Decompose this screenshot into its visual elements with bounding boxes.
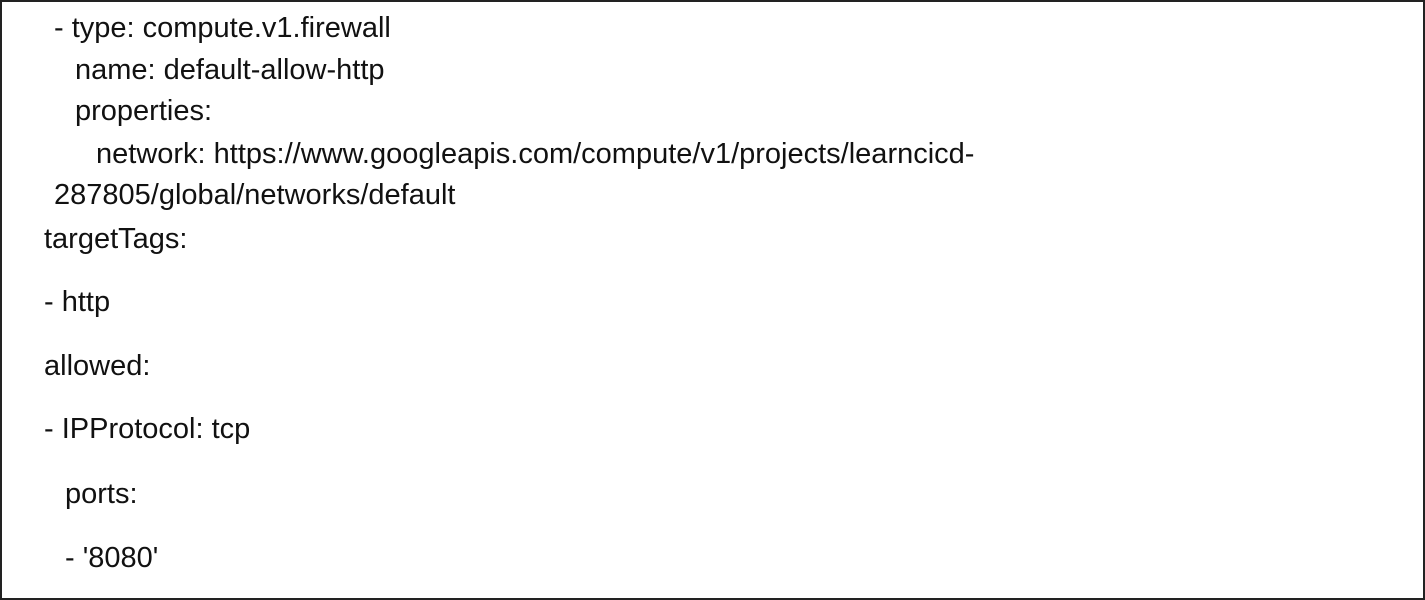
code-line: - IPProtocol: tcp [44, 413, 251, 445]
code-listing-box: - type: compute.v1.firewall name: defaul… [0, 0, 1425, 600]
code-line: - type: compute.v1.firewall [54, 12, 391, 44]
code-line: targetTags: [44, 223, 188, 255]
code-line: - http [44, 286, 111, 318]
code-line: name: default-allow-http [75, 54, 385, 86]
code-line: properties: [75, 95, 213, 127]
code-line: - '8080' [65, 542, 159, 574]
code-line: 287805/global/networks/default [54, 179, 456, 211]
code-line: ports: [65, 478, 138, 510]
code-line: network: https://www.googleapis.com/comp… [96, 138, 975, 170]
code-line: allowed: [44, 350, 151, 382]
